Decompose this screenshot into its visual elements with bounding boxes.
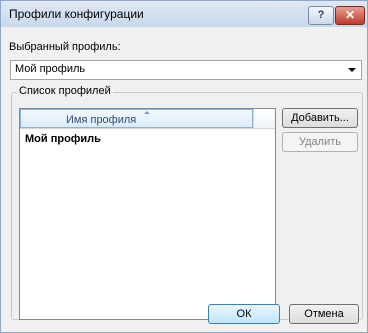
title-bar[interactable]: Профили конфигурации ? ✕ [1, 1, 367, 27]
selected-profile-label: Выбранный профиль: [9, 41, 121, 53]
list-item[interactable]: Мой профиль [25, 133, 101, 145]
delete-profile-button[interactable]: Удалить [282, 132, 358, 152]
dialog-title: Профили конфигурации [9, 7, 144, 21]
cancel-button[interactable]: Отмена [289, 304, 359, 324]
list-header: Имя профиля [20, 109, 275, 129]
profiles-dialog: Профили конфигурации ? ✕ Выбранный профи… [0, 0, 368, 333]
help-button[interactable]: ? [308, 6, 334, 25]
chevron-down-icon [348, 68, 356, 72]
column-header-profile-name[interactable]: Имя профиля [20, 109, 253, 128]
column-header-filler [253, 109, 275, 128]
profiles-list[interactable]: Имя профиля Мой профиль [19, 108, 276, 320]
selected-profile-dropdown[interactable]: Мой профиль [10, 60, 362, 80]
column-header-label: Имя профиля [66, 114, 137, 126]
selected-profile-value: Мой профиль [15, 63, 86, 75]
profiles-group-legend: Список профилей [17, 85, 113, 97]
close-button[interactable]: ✕ [335, 6, 365, 25]
add-profile-button[interactable]: Добавить... [282, 108, 358, 128]
ok-button[interactable]: ОК [208, 304, 280, 324]
sort-ascending-icon [144, 111, 150, 114]
